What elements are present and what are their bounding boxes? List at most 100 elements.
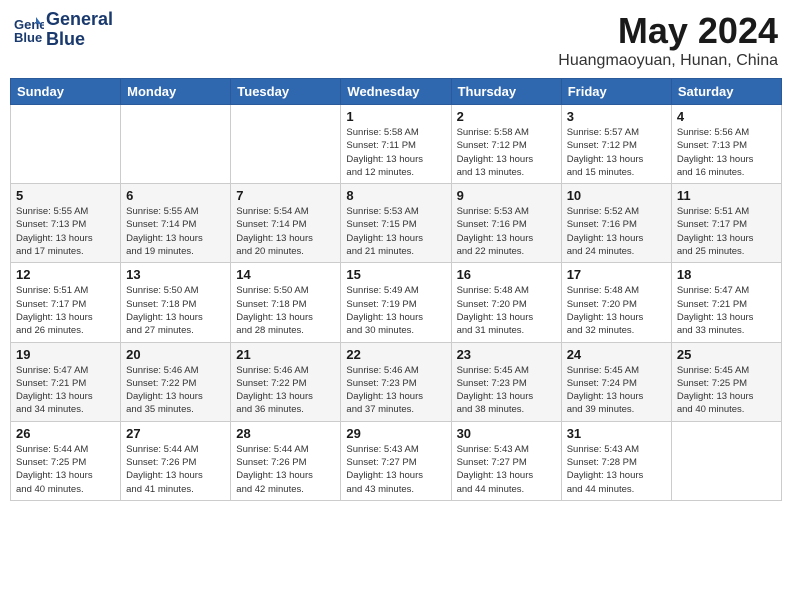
day-of-week-header: Thursday: [451, 79, 561, 105]
day-info: Sunrise: 5:51 AM Sunset: 7:17 PM Dayligh…: [677, 205, 776, 258]
calendar-cell: 1Sunrise: 5:58 AM Sunset: 7:11 PM Daylig…: [341, 105, 451, 184]
day-number: 20: [126, 347, 225, 362]
logo-text: General Blue: [46, 10, 113, 50]
calendar-cell: 11Sunrise: 5:51 AM Sunset: 7:17 PM Dayli…: [671, 184, 781, 263]
day-info: Sunrise: 5:51 AM Sunset: 7:17 PM Dayligh…: [16, 284, 115, 337]
calendar-cell: 8 Sunrise: 5:53 AM Sunset: 7:15 PM Daylig…: [341, 184, 451, 263]
calendar-cell: 6 Sunrise: 5:55 AM Sunset: 7:14 PM Daylig…: [121, 184, 231, 263]
day-info: Sunrise: 5:47 AM Sunset: 7:21 PM Dayligh…: [16, 364, 115, 417]
day-number: 2: [457, 109, 556, 124]
calendar-cell: 22Sunrise: 5:46 AM Sunset: 7:23 PM Dayli…: [341, 342, 451, 421]
calendar-cell: 14 Sunrise: 5:50 AM Sunset: 7:18 PM Dayli…: [231, 263, 341, 342]
day-info: Sunrise: 5:45 AM Sunset: 7:24 PM Dayligh…: [567, 364, 666, 417]
calendar-cell: 24 Sunrise: 5:45 AM Sunset: 7:24 PM Dayli…: [561, 342, 671, 421]
day-info: Sunrise: 5:52 AM Sunset: 7:16 PM Dayligh…: [567, 205, 666, 258]
day-number: 24: [567, 347, 666, 362]
day-info: Sunrise: 5:45 AM Sunset: 7:25 PM Dayligh…: [677, 364, 776, 417]
calendar-week-row: 5 Sunrise: 5:55 AM Sunset: 7:13 PM Daylig…: [11, 184, 782, 263]
day-info: Sunrise: 5:47 AM Sunset: 7:21 PM Dayligh…: [677, 284, 776, 337]
calendar-cell: 23 Sunrise: 5:45 AM Sunset: 7:23 PM Dayli…: [451, 342, 561, 421]
day-of-week-header: Tuesday: [231, 79, 341, 105]
day-info: Sunrise: 5:48 AM Sunset: 7:20 PM Dayligh…: [567, 284, 666, 337]
day-number: 19: [16, 347, 115, 362]
day-info: Sunrise: 5:55 AM Sunset: 7:14 PM Dayligh…: [126, 205, 225, 258]
day-number: 22: [346, 347, 445, 362]
calendar-table: SundayMondayTuesdayWednesdayThursdayFrid…: [10, 78, 782, 501]
calendar-week-row: 12 Sunrise: 5:51 AM Sunset: 7:17 PM Dayli…: [11, 263, 782, 342]
day-number: 4: [677, 109, 776, 124]
calendar-week-row: 26 Sunrise: 5:44 AM Sunset: 7:25 PM Dayli…: [11, 421, 782, 500]
day-info: Sunrise: 5:43 AM Sunset: 7:28 PM Dayligh…: [567, 443, 666, 496]
day-info: Sunrise: 5:45 AM Sunset: 7:23 PM Dayligh…: [457, 364, 556, 417]
calendar-cell: 30Sunrise: 5:43 AM Sunset: 7:27 PM Dayli…: [451, 421, 561, 500]
day-info: Sunrise: 5:53 AM Sunset: 7:15 PM Dayligh…: [346, 205, 445, 258]
title-area: May 2024 Huangmaoyuan, Hunan, China: [558, 10, 778, 70]
calendar-week-row: 19 Sunrise: 5:47 AM Sunset: 7:21 PM Dayli…: [11, 342, 782, 421]
calendar-cell: 28 Sunrise: 5:44 AM Sunset: 7:26 PM Dayli…: [231, 421, 341, 500]
calendar-cell: 7 Sunrise: 5:54 AM Sunset: 7:14 PM Daylig…: [231, 184, 341, 263]
day-number: 27: [126, 426, 225, 441]
day-number: 9: [457, 188, 556, 203]
calendar-cell: 17 Sunrise: 5:48 AM Sunset: 7:20 PM Dayli…: [561, 263, 671, 342]
day-number: 17: [567, 267, 666, 282]
header: General Blue General Blue May 2024 Huang…: [10, 10, 782, 70]
calendar-week-row: 1Sunrise: 5:58 AM Sunset: 7:11 PM Daylig…: [11, 105, 782, 184]
day-info: Sunrise: 5:46 AM Sunset: 7:22 PM Dayligh…: [126, 364, 225, 417]
calendar-cell: 12 Sunrise: 5:51 AM Sunset: 7:17 PM Dayli…: [11, 263, 121, 342]
day-of-week-header: Wednesday: [341, 79, 451, 105]
day-number: 16: [457, 267, 556, 282]
logo-icon: General Blue: [14, 15, 44, 45]
day-number: 7: [236, 188, 335, 203]
day-of-week-header: Monday: [121, 79, 231, 105]
day-number: 30: [457, 426, 556, 441]
day-info: Sunrise: 5:44 AM Sunset: 7:26 PM Dayligh…: [126, 443, 225, 496]
calendar-cell: 29Sunrise: 5:43 AM Sunset: 7:27 PM Dayli…: [341, 421, 451, 500]
day-number: 6: [126, 188, 225, 203]
day-of-week-header: Saturday: [671, 79, 781, 105]
day-number: 25: [677, 347, 776, 362]
calendar-cell: [11, 105, 121, 184]
day-info: Sunrise: 5:54 AM Sunset: 7:14 PM Dayligh…: [236, 205, 335, 258]
svg-text:Blue: Blue: [14, 30, 42, 45]
calendar-cell: 3 Sunrise: 5:57 AM Sunset: 7:12 PM Daylig…: [561, 105, 671, 184]
day-number: 12: [16, 267, 115, 282]
day-info: Sunrise: 5:49 AM Sunset: 7:19 PM Dayligh…: [346, 284, 445, 337]
day-info: Sunrise: 5:55 AM Sunset: 7:13 PM Dayligh…: [16, 205, 115, 258]
day-number: 13: [126, 267, 225, 282]
calendar-cell: 26 Sunrise: 5:44 AM Sunset: 7:25 PM Dayli…: [11, 421, 121, 500]
day-info: Sunrise: 5:46 AM Sunset: 7:22 PM Dayligh…: [236, 364, 335, 417]
calendar-cell: 31 Sunrise: 5:43 AM Sunset: 7:28 PM Dayli…: [561, 421, 671, 500]
day-info: Sunrise: 5:50 AM Sunset: 7:18 PM Dayligh…: [126, 284, 225, 337]
day-info: Sunrise: 5:44 AM Sunset: 7:26 PM Dayligh…: [236, 443, 335, 496]
calendar-cell: 25 Sunrise: 5:45 AM Sunset: 7:25 PM Dayli…: [671, 342, 781, 421]
calendar-cell: [231, 105, 341, 184]
day-number: 28: [236, 426, 335, 441]
day-number: 3: [567, 109, 666, 124]
day-info: Sunrise: 5:53 AM Sunset: 7:16 PM Dayligh…: [457, 205, 556, 258]
day-info: Sunrise: 5:57 AM Sunset: 7:12 PM Dayligh…: [567, 126, 666, 179]
day-number: 5: [16, 188, 115, 203]
day-info: Sunrise: 5:50 AM Sunset: 7:18 PM Dayligh…: [236, 284, 335, 337]
day-number: 15: [346, 267, 445, 282]
day-number: 26: [16, 426, 115, 441]
day-number: 18: [677, 267, 776, 282]
day-number: 23: [457, 347, 556, 362]
calendar-cell: [121, 105, 231, 184]
calendar-cell: 27 Sunrise: 5:44 AM Sunset: 7:26 PM Dayli…: [121, 421, 231, 500]
calendar-cell: 4Sunrise: 5:56 AM Sunset: 7:13 PM Daylig…: [671, 105, 781, 184]
day-number: 8: [346, 188, 445, 203]
subtitle: Huangmaoyuan, Hunan, China: [558, 52, 778, 70]
day-number: 1: [346, 109, 445, 124]
calendar-cell: 10Sunrise: 5:52 AM Sunset: 7:16 PM Dayli…: [561, 184, 671, 263]
calendar-cell: 2Sunrise: 5:58 AM Sunset: 7:12 PM Daylig…: [451, 105, 561, 184]
calendar-cell: 16Sunrise: 5:48 AM Sunset: 7:20 PM Dayli…: [451, 263, 561, 342]
calendar-cell: 13 Sunrise: 5:50 AM Sunset: 7:18 PM Dayli…: [121, 263, 231, 342]
day-number: 21: [236, 347, 335, 362]
day-info: Sunrise: 5:44 AM Sunset: 7:25 PM Dayligh…: [16, 443, 115, 496]
calendar-cell: 15 Sunrise: 5:49 AM Sunset: 7:19 PM Dayli…: [341, 263, 451, 342]
day-of-week-header: Sunday: [11, 79, 121, 105]
calendar-cell: [671, 421, 781, 500]
day-number: 31: [567, 426, 666, 441]
day-info: Sunrise: 5:43 AM Sunset: 7:27 PM Dayligh…: [346, 443, 445, 496]
day-number: 14: [236, 267, 335, 282]
